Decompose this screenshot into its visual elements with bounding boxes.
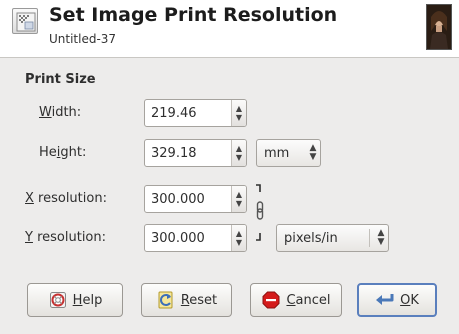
dialog-title: Set Image Print Resolution: [49, 4, 338, 26]
width-label: Width:: [39, 105, 82, 120]
help-button[interactable]: Help: [27, 283, 123, 317]
cancel-stop-icon: [261, 290, 281, 310]
resolution-unit-value: pixels/in: [284, 230, 338, 246]
combo-updown-icon: ▲ ▼: [377, 228, 385, 247]
stepper-up-icon[interactable]: ▲: [236, 104, 242, 113]
chain-link-icon[interactable]: [255, 183, 267, 243]
x-resolution-stepper-arrows[interactable]: ▲ ▼: [231, 186, 246, 212]
stepper-down-icon[interactable]: ▼: [236, 199, 242, 208]
combo-separator: [369, 229, 370, 247]
width-stepper-arrows[interactable]: ▲ ▼: [231, 100, 246, 126]
y-resolution-value[interactable]: 300.000: [145, 225, 231, 251]
image-thumbnail: [426, 4, 452, 50]
print-resolution-icon: [12, 8, 38, 34]
help-lifebuoy-icon: [48, 290, 68, 310]
y-resolution-label: Y resolution:: [25, 230, 107, 245]
combo-updown-icon: ▲ ▼: [309, 143, 317, 162]
x-resolution-label: X resolution:: [25, 191, 107, 206]
image-name: Untitled-37: [49, 32, 117, 46]
height-label: Height:: [39, 145, 87, 160]
size-unit-combo[interactable]: mm ▲ ▼: [256, 139, 321, 167]
height-value[interactable]: 329.18: [145, 140, 231, 166]
x-resolution-value[interactable]: 300.000: [145, 186, 231, 212]
resolution-unit-combo[interactable]: pixels/in ▲ ▼: [276, 224, 389, 252]
width-value[interactable]: 219.46: [145, 100, 231, 126]
cancel-button[interactable]: Cancel: [250, 283, 342, 317]
stepper-down-icon[interactable]: ▼: [236, 238, 242, 247]
stepper-up-icon[interactable]: ▲: [236, 229, 242, 238]
ok-button[interactable]: OK: [357, 283, 437, 317]
reset-button[interactable]: Reset: [141, 283, 232, 317]
print-size-heading: Print Size: [25, 72, 96, 87]
width-spinbutton[interactable]: 219.46 ▲ ▼: [144, 99, 247, 127]
stepper-down-icon[interactable]: ▼: [236, 113, 242, 122]
dialog-header: Set Image Print Resolution Untitled-37: [0, 0, 459, 58]
height-spinbutton[interactable]: 329.18 ▲ ▼: [144, 139, 247, 167]
y-resolution-stepper-arrows[interactable]: ▲ ▼: [231, 225, 246, 251]
x-resolution-spinbutton[interactable]: 300.000 ▲ ▼: [144, 185, 247, 213]
y-resolution-spinbutton[interactable]: 300.000 ▲ ▼: [144, 224, 247, 252]
size-unit-value: mm: [264, 145, 290, 161]
stepper-down-icon[interactable]: ▼: [236, 153, 242, 162]
stepper-up-icon[interactable]: ▲: [236, 190, 242, 199]
ok-return-arrow-icon: [375, 290, 395, 310]
stepper-up-icon[interactable]: ▲: [236, 144, 242, 153]
height-stepper-arrows[interactable]: ▲ ▼: [231, 140, 246, 166]
reset-icon: [156, 290, 176, 310]
